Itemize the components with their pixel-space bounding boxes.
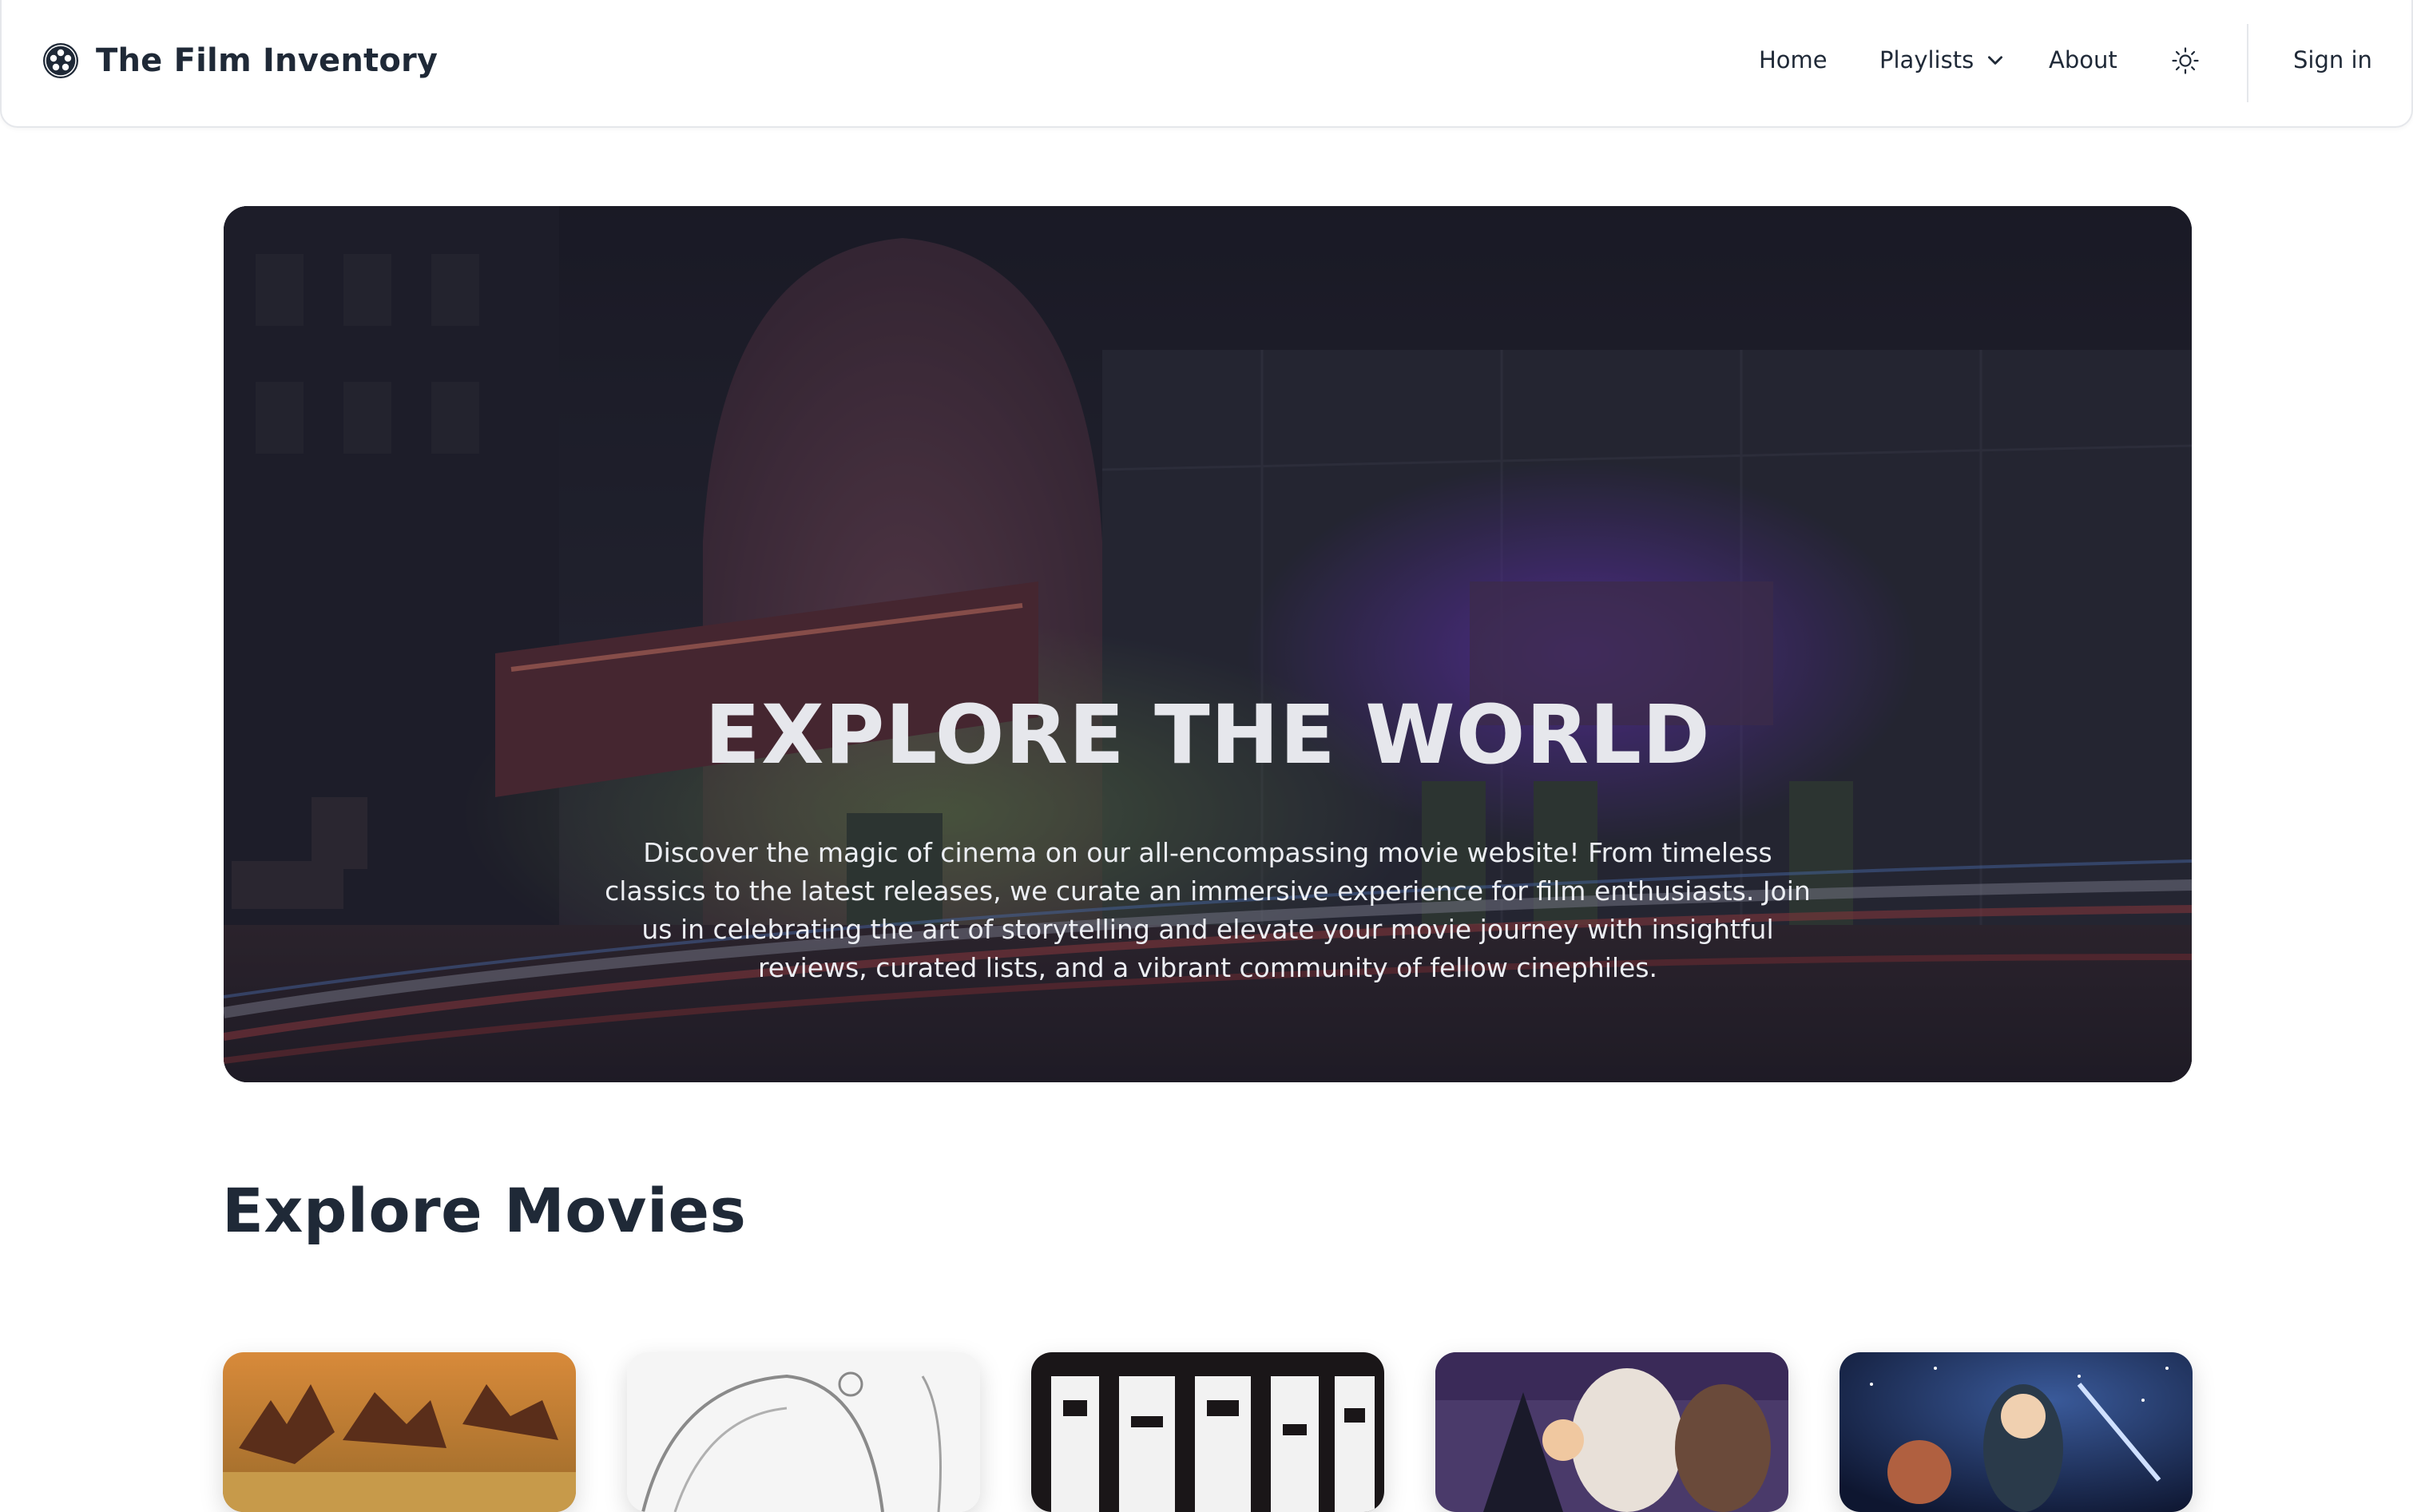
explore-movies-heading: Explore Movies bbox=[222, 1175, 747, 1246]
poster-3 bbox=[1031, 1352, 1384, 1512]
hero-banner: EXPLORE THE WORLD Discover the magic of … bbox=[224, 206, 2192, 1082]
movie-poster-card[interactable] bbox=[627, 1352, 980, 1512]
hero-description: Discover the magic of cinema on our all-… bbox=[605, 837, 1811, 983]
movie-poster-card[interactable] bbox=[1031, 1352, 1384, 1512]
movie-poster-card[interactable] bbox=[1435, 1352, 1788, 1512]
sign-in-button[interactable]: Sign in bbox=[2293, 46, 2372, 73]
brand-link[interactable]: The Film Inventory bbox=[42, 42, 438, 80]
poster-5 bbox=[1840, 1352, 2193, 1512]
poster-2 bbox=[627, 1352, 980, 1512]
navbar: The Film Inventory Home Playlists About … bbox=[0, 0, 2413, 128]
nav-playlists-dropdown[interactable]: Playlists bbox=[1879, 46, 2006, 73]
sun-icon bbox=[2172, 47, 2199, 74]
hero-title: EXPLORE THE WORLD bbox=[704, 688, 1711, 783]
brand-name: The Film Inventory bbox=[96, 42, 439, 79]
nav-divider bbox=[2247, 24, 2248, 102]
theme-toggle-button[interactable] bbox=[2171, 46, 2200, 75]
nav-playlists-label: Playlists bbox=[1879, 46, 1974, 73]
movie-poster-card[interactable] bbox=[223, 1352, 576, 1512]
film-reel-icon bbox=[43, 43, 78, 78]
poster-4 bbox=[1435, 1352, 1788, 1512]
movie-poster-card[interactable] bbox=[1840, 1352, 2193, 1512]
chevron-down-icon bbox=[1988, 56, 2003, 65]
nav-about-link[interactable]: About bbox=[2049, 46, 2117, 73]
poster-1 bbox=[223, 1352, 576, 1512]
nav-home-link[interactable]: Home bbox=[1759, 46, 1828, 73]
